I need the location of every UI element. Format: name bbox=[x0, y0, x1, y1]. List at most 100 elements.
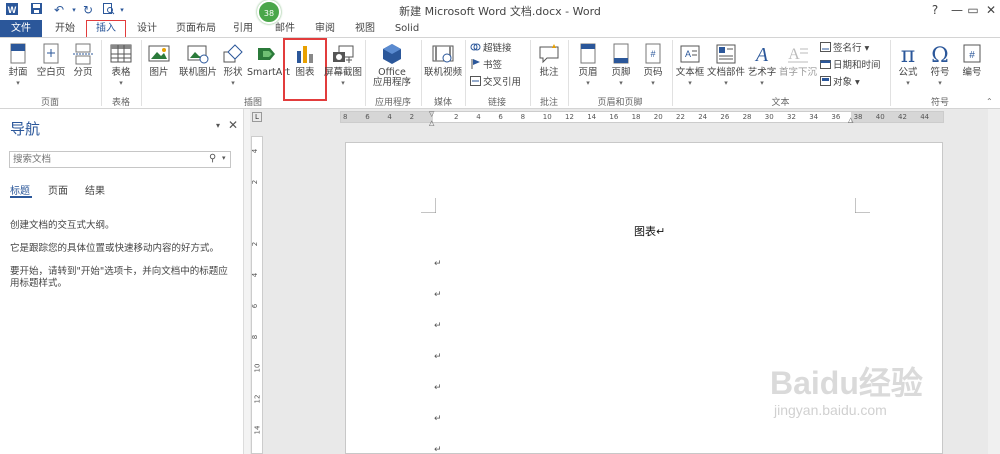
footer-button[interactable]: 页脚 ▾ bbox=[606, 41, 636, 93]
tab-insert[interactable]: 插入 bbox=[86, 20, 126, 37]
bookmark-button[interactable]: 书签 bbox=[470, 59, 502, 73]
ruler-tick-label: 6 bbox=[251, 303, 260, 309]
nav-help-text-1: 创建文档的交互式大纲。 bbox=[10, 220, 115, 231]
first-line-indent-icon[interactable]: ▽ bbox=[429, 110, 434, 118]
drop-cap-icon: A bbox=[786, 43, 810, 65]
picture-button[interactable]: 图片 bbox=[144, 41, 174, 93]
nav-help-text-2: 它是跟踪您的具体位置或快速移动内容的好方式。 bbox=[10, 243, 220, 254]
smartart-icon bbox=[255, 43, 279, 65]
search-icon[interactable]: ⚲ bbox=[209, 153, 216, 164]
watermark-brand: Baidu经验 bbox=[770, 365, 923, 401]
page-number-button[interactable]: # 页码 ▾ bbox=[638, 41, 668, 93]
wordart-button[interactable]: A 艺术字 ▾ bbox=[746, 41, 778, 93]
textbox-button[interactable]: A 文本框 ▾ bbox=[674, 41, 706, 93]
wordart-icon: A bbox=[750, 43, 774, 66]
group-label-symbols: 符号 bbox=[930, 98, 949, 108]
nav-close-icon[interactable]: ✕ bbox=[228, 118, 238, 132]
smartart-button[interactable]: SmartArt bbox=[247, 41, 290, 93]
office-apps-button[interactable]: Office 应用程序 bbox=[367, 41, 417, 93]
omega-icon: Ω bbox=[928, 43, 952, 67]
redo-icon[interactable]: ↻ bbox=[80, 2, 96, 18]
nav-search-input[interactable] bbox=[10, 152, 200, 167]
paragraph-mark: ↵ bbox=[434, 352, 442, 362]
tab-references[interactable]: 引用 bbox=[228, 20, 258, 37]
online-picture-button[interactable]: 联机图片 bbox=[176, 41, 220, 93]
number-icon: # bbox=[960, 43, 984, 65]
tab-selector[interactable]: L bbox=[252, 112, 262, 122]
svg-text:A: A bbox=[754, 44, 769, 65]
undo-dropdown-icon[interactable]: ▾ bbox=[70, 2, 78, 18]
table-button[interactable]: 表格 ▾ bbox=[104, 41, 138, 93]
tab-solid[interactable]: Solid bbox=[390, 20, 424, 37]
cover-page-icon bbox=[6, 43, 30, 65]
drop-cap-button[interactable]: A 首字下沉 bbox=[779, 41, 817, 93]
undo-icon[interactable]: ↶ bbox=[50, 2, 68, 18]
nav-tab-results[interactable]: 结果 bbox=[85, 182, 105, 197]
header-button[interactable]: 页眉 ▾ bbox=[572, 41, 604, 93]
ruler-tick-label: 8 bbox=[343, 113, 348, 121]
tab-design[interactable]: 设计 bbox=[132, 20, 162, 37]
object-button[interactable]: 对象 ▾ bbox=[820, 76, 860, 90]
customize-qa-icon[interactable]: ▾ bbox=[118, 2, 126, 18]
vertical-scrollbar[interactable] bbox=[988, 109, 1000, 454]
picture-icon bbox=[147, 43, 171, 65]
ruler-tick-label: 4 bbox=[251, 148, 260, 154]
nav-tab-headings[interactable]: 标题 bbox=[10, 182, 30, 197]
word-logo-icon: W bbox=[4, 2, 20, 18]
collapse-ribbon-icon[interactable]: ⌃ bbox=[986, 97, 993, 106]
tab-review[interactable]: 审阅 bbox=[310, 20, 340, 37]
chevron-down-icon: ▾ bbox=[16, 79, 20, 87]
comment-button[interactable]: 批注 bbox=[533, 41, 565, 93]
signature-line-button[interactable]: 签名行 ▾ bbox=[820, 42, 869, 56]
number-button[interactable]: # 编号 bbox=[957, 41, 987, 93]
document-heading[interactable]: 图表↵ bbox=[634, 223, 665, 239]
group-label-comments: 批注 bbox=[539, 98, 558, 108]
tab-file[interactable]: 文件 bbox=[0, 20, 42, 37]
blank-page-button[interactable]: 空白页 bbox=[34, 41, 68, 93]
pane-splitter[interactable] bbox=[243, 109, 250, 454]
nav-options-icon[interactable]: ▾ bbox=[216, 121, 220, 130]
page-break-button[interactable]: 分页 bbox=[70, 41, 96, 93]
paragraph-mark: ↵ bbox=[434, 383, 442, 393]
ruler-tick-label: 2 bbox=[251, 179, 260, 185]
screenshot-button[interactable]: 屏幕截图 ▾ bbox=[323, 41, 363, 93]
chevron-down-icon: ▾ bbox=[760, 79, 764, 87]
ruler-tick-label: 36 bbox=[831, 113, 841, 121]
chevron-down-icon: ▾ bbox=[586, 79, 590, 87]
chevron-down-icon: ▾ bbox=[906, 79, 910, 87]
close-button[interactable]: ✕ bbox=[980, 1, 1000, 19]
left-indent-icon[interactable]: △ bbox=[429, 119, 434, 127]
date-time-button[interactable]: 日期和时间 bbox=[820, 59, 881, 73]
shapes-button[interactable]: 形状 ▾ bbox=[220, 41, 246, 93]
title-bar: 新建 Microsoft Word 文档.docx - Word bbox=[0, 0, 1000, 20]
symbol-button[interactable]: Ω 符号 ▾ bbox=[925, 41, 955, 93]
tab-view[interactable]: 视图 bbox=[350, 20, 380, 37]
right-indent-icon[interactable]: △ bbox=[848, 116, 853, 124]
tab-page-layout[interactable]: 页面布局 bbox=[172, 20, 220, 37]
ruler-tick-label: 4 bbox=[251, 272, 260, 278]
print-preview-icon[interactable] bbox=[100, 2, 116, 18]
chevron-down-icon: ▾ bbox=[341, 79, 345, 87]
online-video-button[interactable]: 联机视频 bbox=[423, 41, 463, 93]
svg-text:A: A bbox=[685, 49, 691, 59]
online-video-icon bbox=[431, 43, 455, 65]
help-button[interactable]: ? bbox=[924, 1, 946, 19]
vertical-ruler[interactable]: 4 2 2 4 6 8 10 12 14 bbox=[251, 136, 263, 454]
equation-button[interactable]: π 公式 ▾ bbox=[893, 41, 923, 93]
group-label-media: 媒体 bbox=[433, 98, 452, 108]
ruler-tick-label: 28 bbox=[742, 113, 752, 121]
group-label-illustrations: 插图 bbox=[243, 98, 262, 108]
calendar-icon bbox=[820, 59, 831, 69]
cross-reference-button[interactable]: 交叉引用 bbox=[470, 76, 521, 90]
cover-button[interactable]: 封面 ▾ bbox=[4, 41, 32, 93]
ruler-tick-label: 44 bbox=[920, 113, 930, 121]
window-title: 新建 Microsoft Word 文档.docx - Word bbox=[399, 5, 601, 18]
quick-parts-button[interactable]: 文档部件 ▾ bbox=[707, 41, 745, 93]
tab-home[interactable]: 开始 bbox=[50, 20, 80, 37]
nav-tab-pages[interactable]: 页面 bbox=[48, 182, 68, 197]
comment-icon bbox=[537, 43, 561, 65]
group-label-apps: 应用程序 bbox=[374, 98, 411, 108]
hyperlink-button[interactable]: 超链接 bbox=[470, 42, 512, 56]
save-icon[interactable] bbox=[28, 2, 44, 18]
chevron-down-icon[interactable]: ▾ bbox=[222, 154, 226, 162]
